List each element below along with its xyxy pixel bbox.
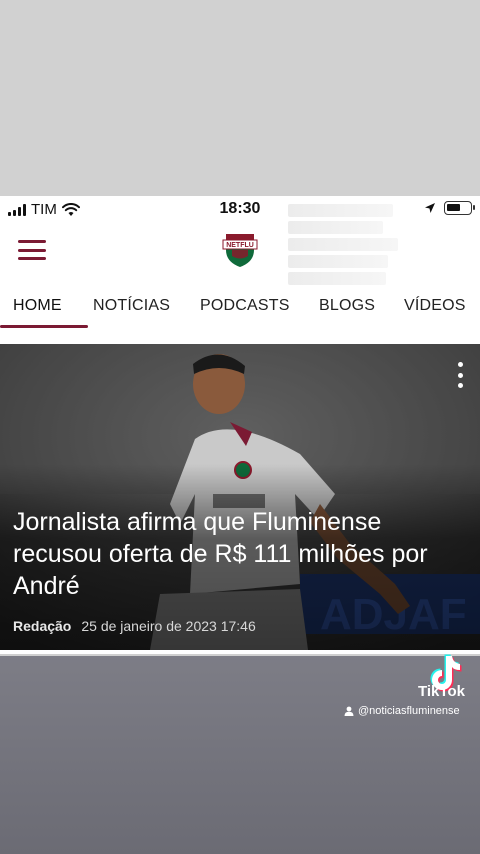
- article-headline[interactable]: Jornalista afirma que Fluminense recusou…: [13, 506, 463, 602]
- active-tab-indicator: [0, 325, 88, 328]
- category-tabs: HOME NOTÍCIAS PODCASTS BLOGS VÍDEOS: [0, 288, 480, 330]
- tab-noticias[interactable]: NOTÍCIAS: [93, 288, 170, 330]
- featured-article-card[interactable]: ADJAF Jornalista afirma que Fluminense r…: [0, 344, 480, 650]
- tab-home[interactable]: HOME: [0, 288, 88, 330]
- tab-videos[interactable]: VÍDEOS: [404, 288, 466, 330]
- user-icon: [344, 706, 354, 716]
- tab-podcasts[interactable]: PODCASTS: [200, 288, 290, 330]
- app-screenshot: TIM 18:30 NETFLU HOME NOTÍCIAS PODCASTS …: [0, 196, 480, 654]
- article-date: 25 de janeiro de 2023 17:46: [81, 618, 256, 634]
- faded-overlay-text: [288, 204, 408, 285]
- battery-icon: [444, 201, 475, 215]
- app-header: NETFLU: [0, 224, 480, 276]
- tiktok-brand-text: TikTok: [418, 683, 465, 700]
- video-frame: TIM 18:30 NETFLU HOME NOTÍCIAS PODCASTS …: [0, 0, 480, 854]
- article-meta: Redação 25 de janeiro de 2023 17:46: [13, 618, 256, 634]
- location-arrow-icon: [425, 203, 435, 213]
- clock: 18:30: [219, 200, 261, 217]
- menu-icon[interactable]: [18, 240, 46, 260]
- more-options-icon[interactable]: [456, 362, 464, 388]
- article-author: Redação: [13, 618, 72, 634]
- top-gray-band: [0, 0, 480, 196]
- tab-blogs[interactable]: BLOGS: [319, 288, 375, 330]
- bottom-gradient-band: [0, 656, 480, 854]
- status-bar: TIM 18:30: [0, 196, 480, 224]
- tiktok-handle: @noticiasfluminense: [344, 705, 460, 717]
- logo-text: NETFLU: [226, 242, 254, 249]
- netflu-logo[interactable]: NETFLU: [222, 228, 258, 268]
